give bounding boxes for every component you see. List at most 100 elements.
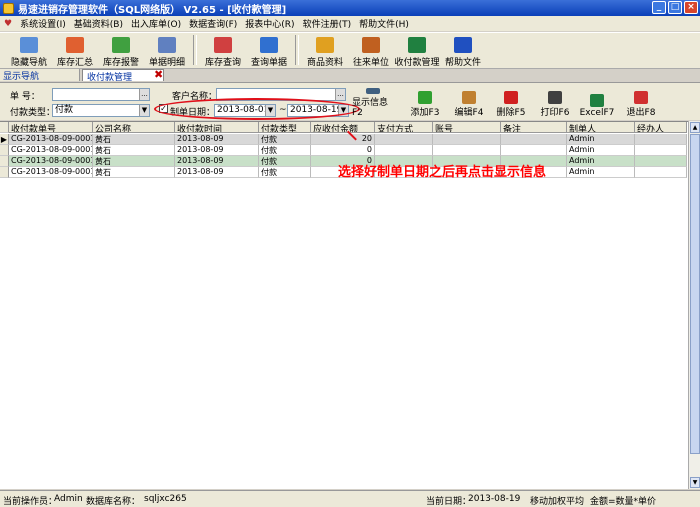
minimize-button[interactable]: _ [652, 1, 666, 14]
action-button-6[interactable]: 退出F8 [620, 88, 662, 118]
toolbar-button-9[interactable]: 帮助文件 [440, 32, 486, 68]
doc-no-browse-button[interactable]: ... [139, 89, 149, 100]
action-button-0[interactable]: 显示信息F2 [352, 88, 394, 118]
toolbar-button-3[interactable]: 单据明细 [144, 32, 190, 68]
toolbar-button-8[interactable]: 收付款管理 [394, 32, 440, 68]
table-row[interactable]: CG-2013-08-09-0001 黄石 2013-08-09 付款 0 Admin [0, 145, 687, 156]
table-cell[interactable]: CG-2013-08-09-0001 [9, 145, 93, 156]
toolbar-label: 库存汇总 [56, 58, 93, 68]
table-cell[interactable]: 20 [311, 134, 375, 145]
menu-help[interactable]: 帮助文件(H) [359, 17, 409, 30]
table-cell[interactable]: 2013-08-09 [175, 134, 259, 145]
summary-icon [66, 37, 84, 53]
table-cell[interactable] [501, 145, 567, 156]
table-cell[interactable]: CG-2013-08-09-0001 [9, 156, 93, 167]
menu-register[interactable]: 软件注册(T) [303, 17, 352, 30]
menu-query[interactable]: 数据查询(F) [189, 17, 237, 30]
show-nav-button[interactable]: 显示导航 [0, 69, 80, 82]
row-indicator: ▶ [0, 134, 9, 145]
action-button-2[interactable]: 编辑F4 [448, 88, 490, 118]
toolbar-label: 收付款管理 [394, 58, 440, 68]
scroll-thumb[interactable] [690, 134, 700, 454]
table-cell[interactable]: 付款 [259, 167, 311, 178]
table-cell[interactable]: 2013-08-09 [175, 167, 259, 178]
table-cell[interactable]: 付款 [259, 145, 311, 156]
operator-value: Admin [54, 494, 83, 504]
close-tab-icon[interactable]: ✖ [154, 68, 163, 81]
db-value: sqljxc265 [144, 494, 187, 504]
table-row[interactable]: ▶ CG-2013-08-09-0001 黄石 2013-08-09 付款 20 Admin [0, 134, 687, 145]
table-cell[interactable]: Admin [567, 167, 635, 178]
nav-tabs: 显示导航 收付款管理 ✖ [0, 68, 700, 83]
menu-system[interactable]: 系统设置(I) [20, 17, 66, 30]
table-cell[interactable]: 付款 [259, 156, 311, 167]
column-header[interactable]: 经办人 [635, 122, 687, 133]
table-cell[interactable]: CG-2013-08-09-0001 [9, 167, 93, 178]
table-cell[interactable]: 付款 [259, 134, 311, 145]
table-cell[interactable] [501, 134, 567, 145]
pay-type-select[interactable]: 付款 ▼ [52, 104, 150, 117]
toolbar-button-6[interactable]: 商品资料 [302, 32, 348, 68]
table-cell[interactable]: 黄石 [93, 156, 175, 167]
toolbar-button-7[interactable]: 往来单位 [348, 32, 394, 68]
excel-icon [590, 94, 604, 107]
db-label: 数据库名称： [86, 497, 141, 507]
column-header[interactable]: 制单人 [567, 122, 635, 133]
table-cell[interactable] [433, 145, 501, 156]
column-header[interactable]: 收付款单号 [9, 122, 93, 133]
delete-icon [504, 91, 518, 104]
table-cell[interactable]: Admin [567, 134, 635, 145]
table-cell[interactable] [635, 156, 687, 167]
maximize-button[interactable]: □ [668, 1, 682, 14]
doc-no-input[interactable]: ... [52, 88, 150, 101]
vertical-scrollbar[interactable]: ▲ ▼ [688, 121, 700, 489]
table-cell[interactable] [375, 145, 433, 156]
action-button-4[interactable]: 打印F6 [534, 88, 576, 118]
column-header[interactable]: 付款类型 [259, 122, 311, 133]
column-header[interactable]: 账号 [433, 122, 501, 133]
table-cell[interactable]: 0 [311, 145, 375, 156]
action-button-5[interactable]: ExcelF7 [576, 88, 618, 118]
menu-reports[interactable]: 报表中心(R) [245, 17, 294, 30]
tab-payment-management[interactable]: 收付款管理 [82, 69, 164, 83]
column-header[interactable]: 公司名称 [93, 122, 175, 133]
table-cell[interactable]: 黄石 [93, 167, 175, 178]
column-header[interactable]: 应收付金额 [311, 122, 375, 133]
customer-browse-button[interactable]: ... [335, 89, 345, 100]
highlight-ellipse [154, 98, 360, 120]
edit-icon [462, 91, 476, 104]
toolbar-button-4[interactable]: 库存查询 [200, 32, 246, 68]
chevron-down-icon[interactable]: ▼ [139, 105, 149, 116]
action-button-1[interactable]: 添加F3 [404, 88, 446, 118]
action-button-3[interactable]: 删除F5 [490, 88, 532, 118]
table-cell[interactable]: 黄石 [93, 134, 175, 145]
menu-basic-data[interactable]: 基础资料(B) [74, 17, 123, 30]
toolbar-separator [193, 35, 197, 65]
table-cell[interactable]: 2013-08-09 [175, 145, 259, 156]
title-bar: 易速进销存管理软件（SQL网络版） V2.65 - [收付款管理] _ □ × [0, 0, 700, 16]
menu-stock-doc[interactable]: 出入库单(O) [131, 17, 181, 30]
table-cell[interactable] [635, 134, 687, 145]
toolbar-button-0[interactable]: 隐藏导航 [6, 32, 52, 68]
table-cell[interactable] [375, 134, 433, 145]
close-button[interactable]: × [684, 1, 698, 14]
table-cell[interactable] [635, 145, 687, 156]
menu-system-icon: ♥ [4, 18, 13, 29]
toolbar-button-2[interactable]: 库存报警 [98, 32, 144, 68]
toolbar-button-1[interactable]: 库存汇总 [52, 32, 98, 68]
column-header[interactable]: 备注 [501, 122, 567, 133]
toolbar-button-5[interactable]: 查询单据 [246, 32, 292, 68]
scroll-up-icon[interactable]: ▲ [690, 122, 700, 133]
table-cell[interactable]: 黄石 [93, 145, 175, 156]
table-cell[interactable]: Admin [567, 156, 635, 167]
table-cell[interactable]: CG-2013-08-09-0001 [9, 134, 93, 145]
table-cell[interactable]: Admin [567, 145, 635, 156]
scroll-down-icon[interactable]: ▼ [690, 477, 700, 488]
action-label: 打印F6 [540, 108, 570, 118]
column-header[interactable]: 支付方式 [375, 122, 433, 133]
column-header[interactable]: 收付款时间 [175, 122, 259, 133]
chart-icon [158, 37, 176, 53]
table-cell[interactable]: 2013-08-09 [175, 156, 259, 167]
table-cell[interactable] [635, 167, 687, 178]
table-cell[interactable] [433, 134, 501, 145]
